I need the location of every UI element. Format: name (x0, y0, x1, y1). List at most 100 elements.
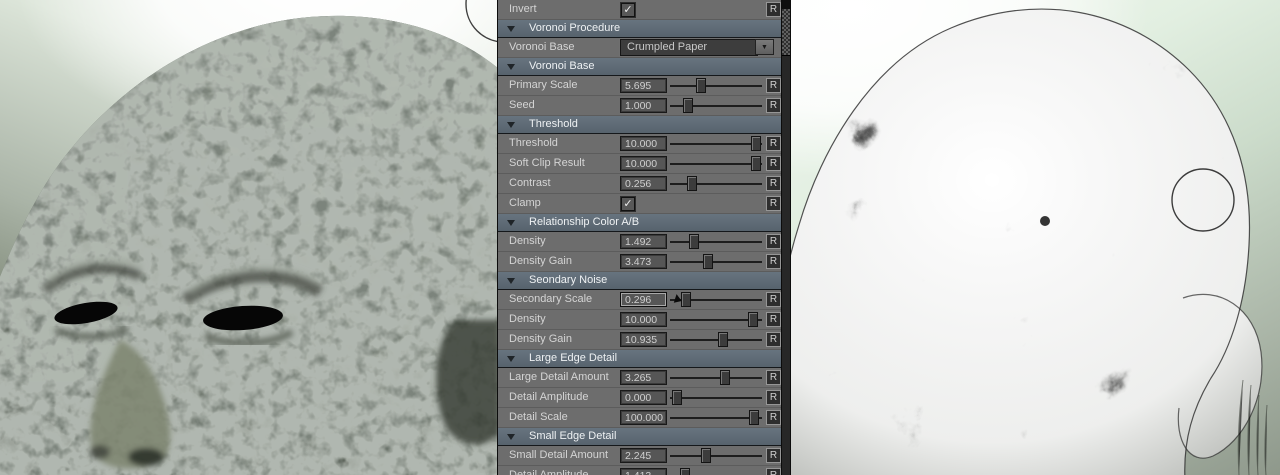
attribute-row: Detail Scale 100.000 R (498, 408, 782, 428)
value-field[interactable]: 5.695 (620, 78, 667, 93)
section-header[interactable]: Small Edge Detail (498, 428, 782, 446)
slider[interactable] (668, 174, 764, 193)
scrollbar-thumb[interactable] (782, 9, 790, 56)
slider-track (670, 163, 762, 165)
slider-track (670, 397, 762, 399)
slider[interactable] (668, 154, 764, 173)
value-field[interactable]: 3.265 (620, 370, 667, 385)
slider-handle[interactable] (748, 312, 758, 327)
slider[interactable] (668, 96, 764, 115)
section-header-label: Voronoi Base (529, 60, 594, 72)
attribute-label: Primary Scale (509, 79, 577, 91)
attribute-row: Threshold10.000R (498, 134, 782, 154)
value-field[interactable]: 1.492 (620, 234, 667, 249)
slider-handle[interactable] (689, 234, 699, 249)
dropdown-arrow-button[interactable]: ▼ (755, 39, 774, 55)
slider-handle[interactable] (696, 78, 706, 93)
slider-handle[interactable] (701, 448, 711, 463)
slider[interactable] (668, 290, 764, 309)
slider-handle[interactable] (672, 390, 682, 405)
reset-button[interactable]: R (766, 136, 781, 151)
slider[interactable] (668, 76, 764, 95)
attribute-label: Detail Amplitude (509, 391, 589, 403)
section-header[interactable]: Voronoi Base (498, 58, 782, 76)
viewport-shaded-head[interactable] (0, 0, 497, 475)
section-header-label: Threshold (529, 118, 578, 130)
section-header-label: Relationship Color A/B (529, 216, 639, 228)
slider-handle[interactable] (683, 98, 693, 113)
slider[interactable] (668, 310, 764, 329)
slider-handle[interactable] (751, 136, 761, 151)
collapse-arrow-icon (507, 278, 515, 284)
value-field[interactable]: 100.000 (620, 410, 667, 425)
reset-button[interactable]: R (766, 332, 781, 347)
value-field[interactable]: 10.000 (620, 156, 667, 171)
attribute-label: Clamp (509, 197, 541, 209)
section-header[interactable]: Threshold (498, 116, 782, 134)
collapse-arrow-icon (507, 356, 515, 362)
attribute-row: Soft Clip Result10.000R (498, 154, 782, 174)
slider[interactable] (668, 408, 764, 427)
slider-handle[interactable] (720, 370, 730, 385)
section-header[interactable]: Voronoi Procedure (498, 20, 782, 38)
value-field[interactable]: 10.000 (620, 136, 667, 151)
checkmark-icon: ✓ (623, 4, 632, 16)
slider-handle[interactable] (703, 254, 713, 269)
value-field[interactable]: 2.245 (620, 448, 667, 463)
reset-button[interactable]: R (766, 390, 781, 405)
section-header[interactable]: Large Edge Detail (498, 350, 782, 368)
value-field[interactable]: 10.000 (620, 312, 667, 327)
reset-button[interactable]: R (766, 468, 781, 475)
slider-handle[interactable] (718, 332, 728, 347)
value-field[interactable]: 0.296 (620, 292, 667, 307)
attribute-label: Small Detail Amount (509, 449, 608, 461)
reset-button[interactable]: R (766, 410, 781, 425)
reset-button[interactable]: R (766, 196, 781, 211)
checkbox-input[interactable]: ✓ (621, 197, 635, 211)
reset-button[interactable]: R (766, 2, 781, 17)
slider[interactable] (668, 232, 764, 251)
dropdown-select[interactable]: Crumpled Paper (620, 39, 758, 56)
slider[interactable] (668, 134, 764, 153)
slider-handle[interactable] (681, 292, 691, 307)
slider-handle[interactable] (680, 468, 690, 475)
value-field[interactable]: 0.000 (620, 390, 667, 405)
collapse-arrow-icon (507, 26, 515, 32)
attribute-row: Density Gain10.935R (498, 330, 782, 350)
reset-button[interactable]: R (766, 78, 781, 93)
section-header[interactable]: Relationship Color A/B (498, 214, 782, 232)
checkbox-input[interactable]: ✓ (621, 3, 635, 17)
value-field[interactable]: 0.256 (620, 176, 667, 191)
slider[interactable] (668, 388, 764, 407)
slider[interactable] (668, 252, 764, 271)
attribute-row: Clamp ✓ R (498, 194, 782, 214)
slider-handle[interactable] (749, 410, 759, 425)
reset-button[interactable]: R (766, 98, 781, 113)
value-field[interactable]: 3.473 (620, 254, 667, 269)
slider-track (670, 143, 762, 145)
reset-button[interactable]: R (766, 176, 781, 191)
slider[interactable] (668, 446, 764, 465)
slider-handle[interactable] (687, 176, 697, 191)
value-field[interactable]: 10.935 (620, 332, 667, 347)
panel-scrollbar[interactable] (781, 0, 791, 475)
reset-button[interactable]: R (766, 292, 781, 307)
attribute-label: Detail Scale (509, 411, 568, 423)
reset-button[interactable]: R (766, 312, 781, 327)
slider[interactable] (668, 330, 764, 349)
slider-handle[interactable] (751, 156, 761, 171)
value-field[interactable]: 1.413 (620, 468, 667, 475)
reset-button[interactable]: R (766, 448, 781, 463)
reset-button[interactable]: R (766, 254, 781, 269)
reset-button[interactable]: R (766, 156, 781, 171)
section-header[interactable]: Seondary Noise (498, 272, 782, 290)
attribute-label: Density Gain (509, 255, 572, 267)
viewport-textured-head[interactable] (791, 0, 1280, 475)
attribute-row: Secondary Scale0.296R (498, 290, 782, 310)
slider[interactable] (668, 466, 764, 475)
slider[interactable] (668, 368, 764, 387)
value-field[interactable]: 1.000 (620, 98, 667, 113)
reset-button[interactable]: R (766, 370, 781, 385)
chevron-down-icon: ▼ (761, 44, 768, 51)
reset-button[interactable]: R (766, 234, 781, 249)
